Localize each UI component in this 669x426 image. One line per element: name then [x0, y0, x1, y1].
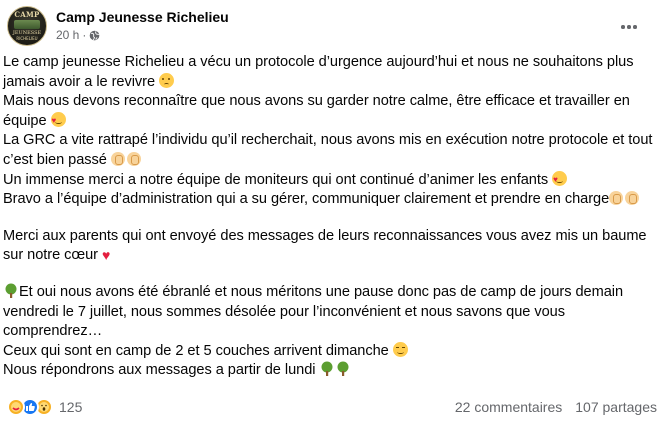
globe-icon[interactable] [89, 30, 100, 41]
post-line: Un immense merci a notre équipe de monit… [3, 170, 663, 191]
red-heart-emoji: ♥ [102, 247, 111, 264]
avatar-logo-scene [14, 20, 40, 29]
facebook-post: CAMP JEUNESSE RICHELIEU Camp Jeunesse Ri… [0, 0, 669, 426]
tree-emoji [321, 361, 333, 377]
post-line: Le camp jeunesse Richelieu a vécu un pro… [3, 54, 634, 90]
reaction-count: 125 [59, 399, 83, 415]
more-dot [633, 25, 637, 29]
tree-emoji [5, 283, 17, 298]
avatar-logo-subtext-2: RICHELIEU [16, 36, 38, 41]
post-meta: Camp Jeunesse Richelieu 20 h · [56, 8, 229, 43]
care-reaction-icon [7, 398, 25, 416]
shares-count-link[interactable]: 107 partages [575, 399, 657, 415]
comments-count-link[interactable]: 22 commentaires [455, 399, 562, 415]
post-line: Nous répondrons aux messages a partir de… [3, 361, 663, 381]
reactions-summary[interactable]: 125 [7, 398, 82, 416]
clapping-hands-emoji [609, 191, 624, 206]
page-name-link[interactable]: Camp Jeunesse Richelieu [56, 8, 229, 26]
tree-emoji [337, 361, 349, 377]
engagement-stats: 22 commentaires 107 partages [455, 399, 657, 415]
more-dot [621, 25, 625, 29]
post-line: Et oui nous avons été ébranlé et nous mé… [3, 283, 624, 340]
post-meta-row: 20 h · [56, 27, 229, 43]
post-timestamp[interactable]: 20 h [56, 27, 79, 43]
meta-separator: · [82, 28, 87, 42]
avatar-logo-text: CAMP [14, 10, 40, 19]
care-face-icon [11, 402, 21, 412]
wow-face-icon [39, 402, 49, 412]
more-options-icon[interactable] [617, 19, 641, 35]
post-line: Mais nous devons reconnaître que nous av… [3, 92, 663, 131]
post-header: CAMP JEUNESSE RICHELIEU Camp Jeunesse Ri… [7, 6, 669, 48]
smiling-face-with-hearts-emoji [552, 170, 568, 189]
clapping-hands-emoji [625, 191, 640, 206]
more-dot [627, 25, 631, 29]
post-line: La GRC a vite rattrapé l’individu qu’il … [3, 132, 653, 168]
clapping-hands-emoji [110, 151, 125, 166]
smirking-face-emoji [392, 341, 408, 357]
post-line: Merci aux parents qui ont envoyé des mes… [3, 227, 647, 264]
post-body: Le camp jeunesse Richelieu a vécu un pro… [3, 53, 663, 381]
clapping-hands-emoji [126, 151, 141, 166]
stats-spacer [562, 399, 575, 415]
post-line: Bravo a l’équipe d’administration qui a … [3, 190, 663, 210]
thumbs-up-icon [26, 403, 35, 411]
post-footer: 125 22 commentaires 107 partages [7, 396, 657, 418]
crying-face-emoji [159, 72, 175, 88]
post-line: Ceux qui sont en camp de 2 et 5 couches … [3, 341, 663, 362]
page-avatar[interactable]: CAMP JEUNESSE RICHELIEU [7, 6, 47, 46]
smiling-face-with-hearts-emoji [50, 111, 66, 130]
